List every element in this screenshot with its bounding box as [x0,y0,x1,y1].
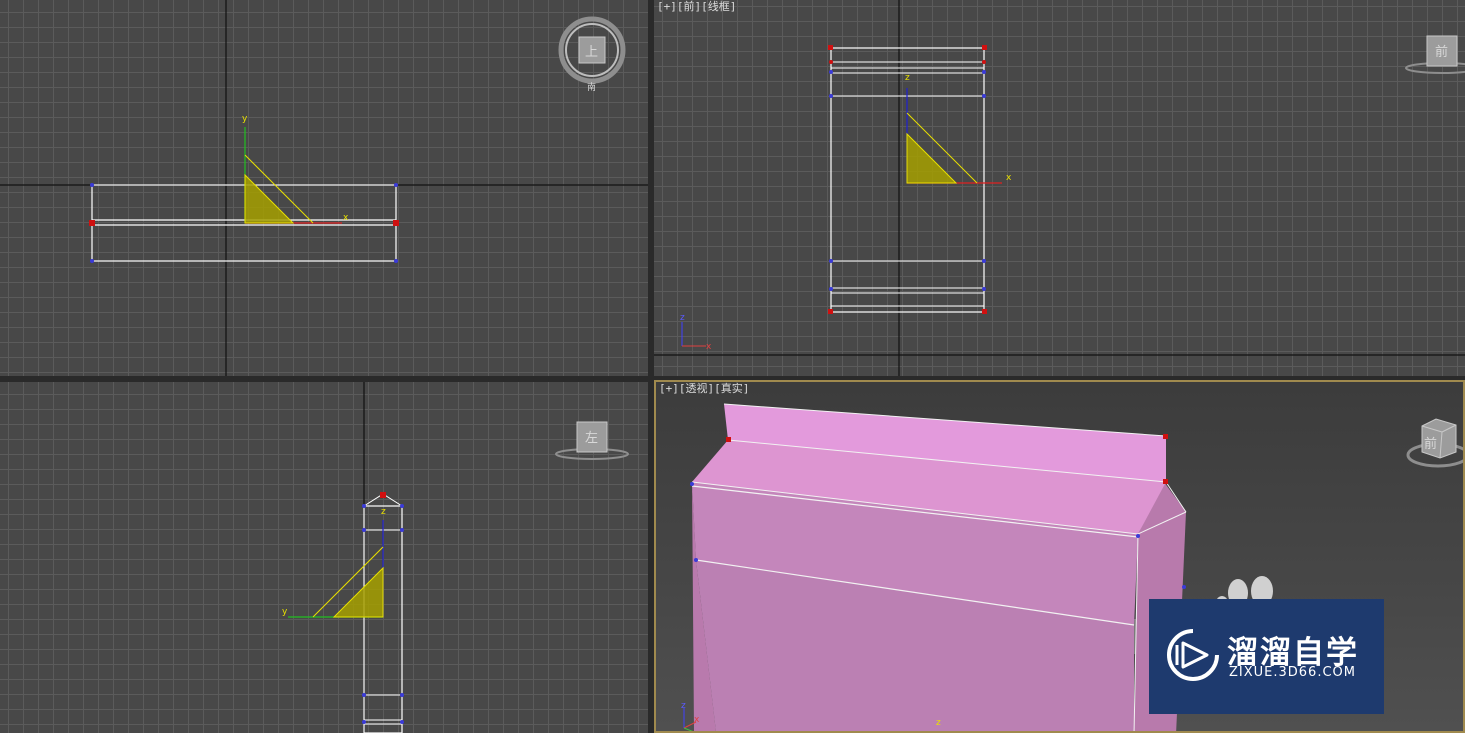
svg-text:x: x [706,342,712,352]
gizmo-y-label: y [242,114,248,124]
viewcube-south-label: 南 [587,81,596,93]
transform-gizmo[interactable]: z x [905,73,1012,184]
viewcube-top[interactable]: 上 南 [558,16,626,93]
svg-text:z: z [680,313,685,323]
gizmo-x-label: x [343,213,349,223]
watermark-badge: 溜溜自学 ZIXUE.3D66.COM [1149,599,1384,714]
left-view-scene[interactable]: z y 左 [0,382,648,733]
gizmo-y-label: y [282,607,288,617]
play-logo-icon [1167,629,1219,681]
svg-text:x: x [694,715,700,725]
viewcube-front[interactable]: 前 [1405,35,1465,74]
transform-gizmo[interactable]: y x [242,114,349,224]
gizmo-z-label: z [381,507,386,517]
viewcube-perspective[interactable]: 前 [1406,418,1465,468]
viewcube-front-label: 前 [1435,44,1448,60]
transform-gizmo[interactable]: z y [282,507,386,618]
viewport-front-label[interactable]: [+][前][线框] [657,0,736,14]
top-view-scene[interactable]: y x 上 南 [0,0,648,376]
corner-axis-tripod: z x [680,313,712,352]
viewcube-top-label: 上 [585,45,598,60]
box-object-wireframe[interactable] [89,183,399,263]
viewport-top[interactable]: y x 上 南 [0,0,648,376]
viewport-left[interactable]: z y 左 [0,382,648,733]
viewcube-left[interactable]: 左 [555,421,629,460]
front-view-scene[interactable]: z x z x 前 [654,0,1465,376]
gizmo-z-label: z [905,73,910,83]
pink-box-object[interactable] [690,403,1187,733]
watermark-url: ZIXUE.3D66.COM [1229,665,1356,680]
gizmo-z-label: z [936,718,941,728]
svg-text:z: z [681,701,686,711]
gizmo-x-label: x [1006,173,1012,183]
viewport-perspective-label[interactable]: [+][透视][真实] [659,382,749,396]
viewcube-perspective-label: 前 [1424,436,1437,452]
viewcube-left-label: 左 [585,431,598,446]
viewport-front[interactable]: z x z x 前 [+][前][线框] [654,0,1465,376]
